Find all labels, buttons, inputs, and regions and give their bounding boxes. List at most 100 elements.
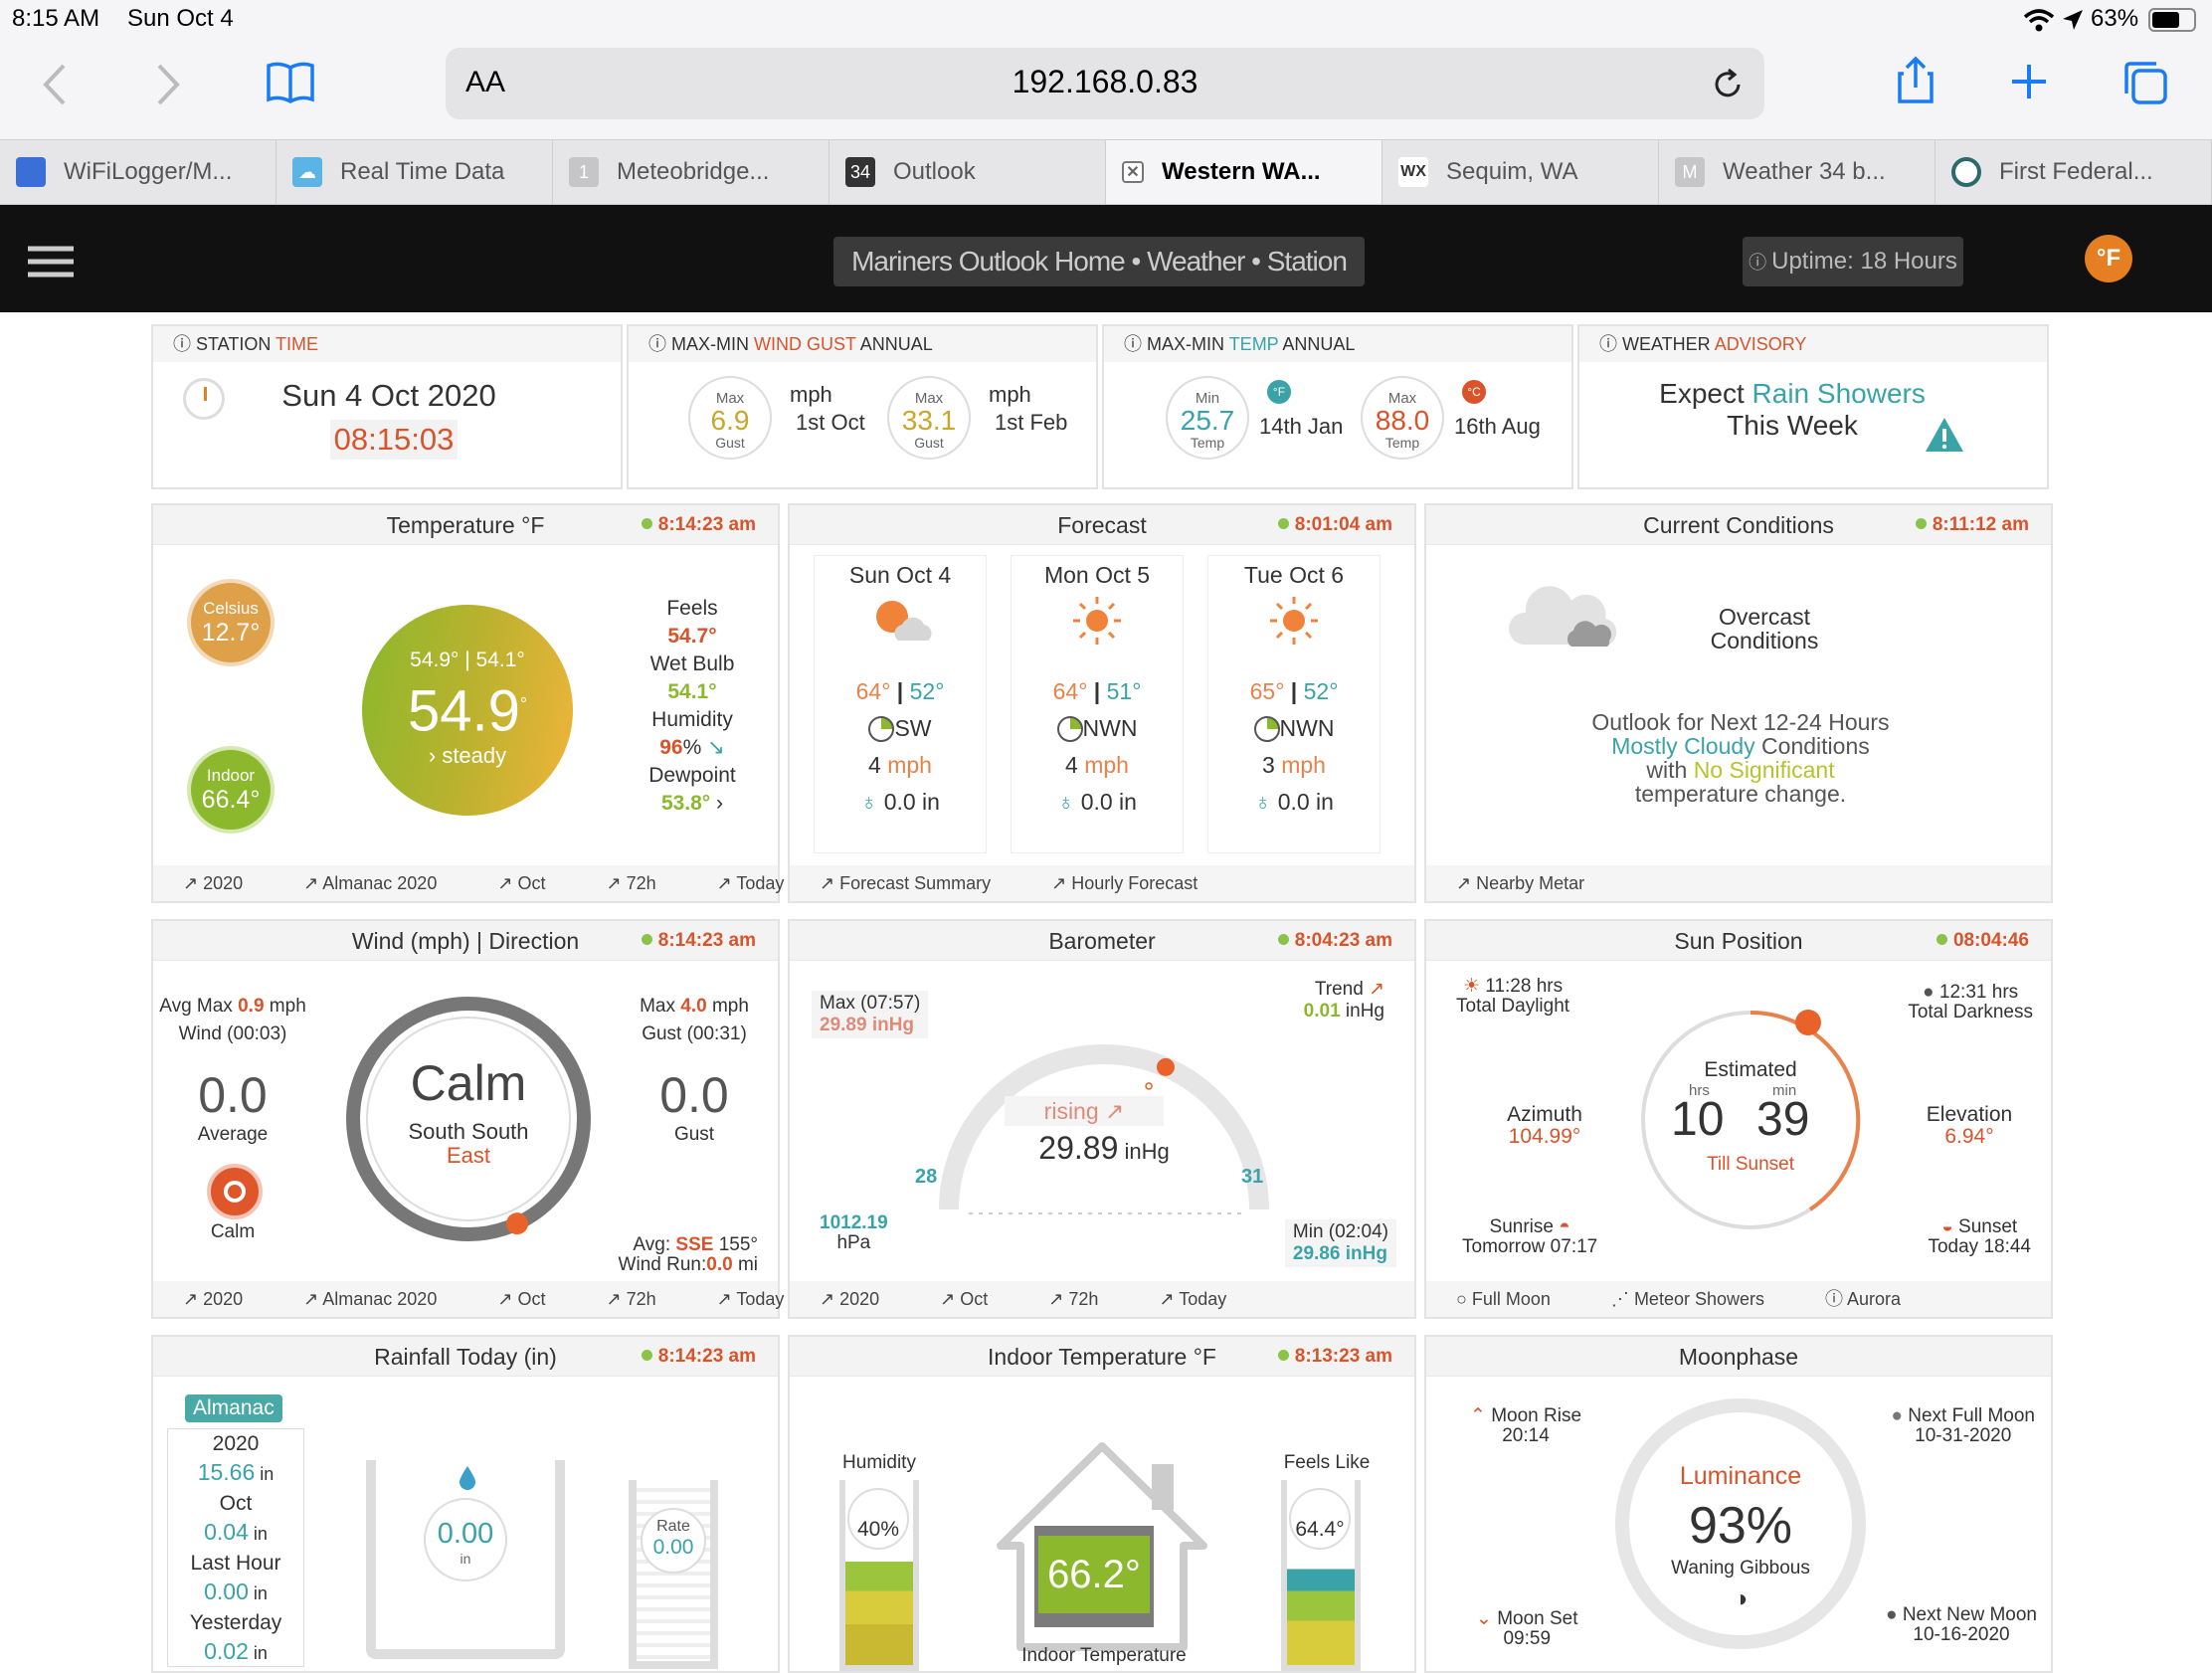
card-header: Rainfall Today (in) 8:14:23 am <box>153 1337 778 1377</box>
label: WEATHER <box>1622 334 1715 354</box>
forecast-day[interactable]: Tue Oct 6 65° | 52° NWN 3 mph ♁ 0.0 in <box>1207 555 1381 853</box>
high-temp: 64° <box>1052 678 1088 704</box>
back-icon[interactable] <box>40 62 70 107</box>
link-forecast-summary[interactable]: ↗ Forecast Summary <box>820 873 1018 893</box>
link-72h[interactable]: ↗ 72h <box>606 1289 683 1309</box>
link-aurora[interactable]: ⓘ Aurora <box>1825 1289 1929 1309</box>
text: Mostly Cloudy <box>1611 733 1755 759</box>
tab-sequim[interactable]: WX Sequim, WA <box>1382 140 1659 204</box>
link-today[interactable]: ↗ Today <box>1159 1289 1254 1309</box>
calendar-favicon: 34 <box>845 157 875 187</box>
link-2020[interactable]: ↗ 2020 <box>183 1289 271 1309</box>
label: Celsius <box>203 599 259 618</box>
humidity-bubble: 40% <box>847 1488 909 1550</box>
value: 1012.19 <box>820 1212 888 1233</box>
tab-real-time-data[interactable]: ☁ Real Time Data <box>276 140 553 204</box>
card-header: Sun Position 08:04:46 <box>1426 921 2051 961</box>
direction-icon <box>1056 716 1083 742</box>
scale-min: 28 <box>915 1166 938 1188</box>
bank-favicon <box>1951 157 1981 187</box>
feels-like-bubble: 64.4° <box>1289 1488 1351 1550</box>
tab-meteobridge[interactable]: 1 Meteobridge... <box>553 140 830 204</box>
forecast-day[interactable]: Sun Oct 4 64° | 52° SW 4 mph ♁ 0.0 in <box>814 555 987 853</box>
address-bar[interactable]: AA 192.168.0.83 <box>446 48 1764 119</box>
almanac-badge[interactable]: Almanac <box>185 1394 282 1422</box>
label: Forecast Summary <box>839 873 992 893</box>
link-72h[interactable]: ↗ 72h <box>1048 1289 1126 1309</box>
card-header: Indoor Temperature °F 8:13:23 am <box>790 1337 1414 1377</box>
unit: mph <box>1084 752 1129 778</box>
url-text[interactable]: 192.168.0.83 <box>446 64 1764 100</box>
link-hourly-forecast[interactable]: ↗ Hourly Forecast <box>1051 873 1225 893</box>
moon-phase: Waning Gibbous <box>1671 1558 1810 1579</box>
tab-first-federal[interactable]: First Federal... <box>1936 140 2212 204</box>
label: Temp <box>1190 435 1225 451</box>
link-2020[interactable]: ↗ 2020 <box>820 1289 907 1309</box>
rainfall-card: Rainfall Today (in) 8:14:23 am Almanac 20… <box>151 1335 780 1673</box>
link-nearby-metar[interactable]: ↗ Nearby Metar <box>1456 873 1612 893</box>
forward-icon[interactable] <box>153 62 183 107</box>
label: 72h <box>1068 1289 1099 1309</box>
wifilogger-favicon <box>16 157 46 187</box>
label: Yesterday <box>189 1611 282 1634</box>
link-almanac[interactable]: ↗ Almanac 2020 <box>303 873 464 893</box>
value: 0.00 <box>204 1579 249 1604</box>
gust-speed: 0.0 <box>659 1067 729 1123</box>
value: 6.94° <box>1944 1125 1994 1148</box>
card-footer: ↗ 2020 ↗ Oct ↗ 72h ↗ Today <box>790 1281 1414 1317</box>
temp-annual-card: ⓘ MAX-MIN TEMP ANNUAL Min 25.7 Temp °F 14t… <box>1102 324 1573 489</box>
link-oct[interactable]: ↗ Oct <box>940 1289 1015 1309</box>
tab-label: Meteobridge... <box>617 158 770 185</box>
forecast-day[interactable]: Mon Oct 5 64° | 51° NWN 4 mph ♁ 0.0 in <box>1011 555 1184 853</box>
tab-bar: WiFiLogger/M... ☁ Real Time Data 1 Meteobr… <box>0 139 2212 205</box>
card-footer: ↗ 2020 ↗ Almanac 2020 ↗ Oct ↗ 72h ↗ Toda… <box>153 1281 784 1317</box>
date: 1st Oct <box>796 410 865 435</box>
tab-outlook[interactable]: 34 Outlook <box>830 140 1106 204</box>
tab-weather34[interactable]: M Weather 34 b... <box>1659 140 1936 204</box>
tab-wifilogger[interactable]: WiFiLogger/M... <box>0 140 276 204</box>
tab-western-wa[interactable]: ✕ Western WA... <box>1106 140 1382 204</box>
moon-rise: ⌃ Moon Rise 20:14 <box>1470 1406 1581 1446</box>
text: No Significant <box>1693 757 1835 783</box>
card-header: Barometer 8:04:23 am <box>790 921 1414 961</box>
pressure-trend: Trend ↗ 0.01 inHg <box>1304 979 1384 1022</box>
temperature-card: Temperature °F 8:14:23 am Celsius 12.7° In… <box>151 503 784 903</box>
text: Expect <box>1659 378 1752 409</box>
reload-icon[interactable] <box>1711 68 1745 101</box>
label: Min (02:04) <box>1292 1221 1388 1242</box>
daylight: ☀ 11:28 hrs Total Daylight <box>1456 977 1569 1017</box>
link-oct[interactable]: ↗ Oct <box>497 1289 573 1309</box>
tab-label: First Federal... <box>1999 158 2153 185</box>
tabs-overview-icon[interactable] <box>2122 60 2168 105</box>
value: 54.7° <box>667 625 717 648</box>
wind-gust-annual-card: ⓘ MAX-MIN WIND GUST ANNUAL Max 6.9 Gust mp… <box>627 324 1098 489</box>
link-oct[interactable]: ↗ Oct <box>497 873 573 893</box>
hamburger-menu-icon[interactable] <box>28 245 74 279</box>
bookmarks-icon[interactable] <box>265 60 316 103</box>
link-almanac[interactable]: ↗ Almanac 2020 <box>303 1289 464 1309</box>
share-icon[interactable] <box>1896 56 1936 105</box>
label: 2020 <box>212 1432 260 1455</box>
label: 2020 <box>203 1289 244 1309</box>
site-title[interactable]: Mariners Outlook Home • Weather • Statio… <box>833 237 1365 286</box>
value: 0.00 <box>437 1518 494 1550</box>
value: 0.00 <box>652 1536 694 1559</box>
link-72h[interactable]: ↗ 72h <box>606 873 683 893</box>
direction-text: SW <box>894 715 932 741</box>
outlook-text: Outlook for Next 12-24 Hours Mostly Clou… <box>1426 710 2055 806</box>
unit: in <box>248 1524 268 1544</box>
label: Total Daylight <box>1456 996 1570 1017</box>
moon-set: ⌄ Moon Set 09:59 <box>1476 1609 1578 1649</box>
new-tab-icon[interactable] <box>2009 62 2049 101</box>
unit-toggle-button[interactable]: °F <box>2085 235 2132 282</box>
card-header: Forecast 8:01:04 am <box>790 505 1414 545</box>
sun-dial <box>1641 1010 1861 1229</box>
close-tab-icon[interactable]: ✕ <box>1122 161 1144 183</box>
link-meteor-showers[interactable]: ⋰ Meteor Showers <box>1611 1289 1792 1309</box>
link-full-moon[interactable]: ○ Full Moon <box>1456 1289 1578 1309</box>
ios-status-bar: 8:15 AM Sun Oct 4 63% <box>0 0 2212 40</box>
link-2020[interactable]: ↗ 2020 <box>183 873 271 893</box>
text: temperature change. <box>1634 781 1847 807</box>
wind-direction: South South East <box>342 1120 595 1168</box>
card-header: ⓘ WEATHER ADVISORY <box>1579 326 2047 362</box>
